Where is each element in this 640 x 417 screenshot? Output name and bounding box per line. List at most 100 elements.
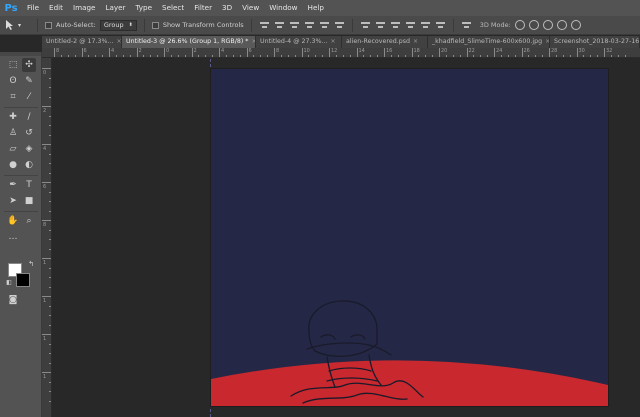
ruler-label: 6 bbox=[83, 48, 87, 54]
brush-icon[interactable]: / bbox=[22, 110, 36, 124]
ruler-tick bbox=[384, 48, 385, 57]
ruler-minor-tick bbox=[49, 115, 51, 117]
quick-select-icon[interactable]: ✎ bbox=[22, 74, 36, 88]
close-icon[interactable]: × bbox=[413, 36, 418, 48]
tab-untitled-3[interactable]: Untitled-3 @ 26.6% (Group 1, RGB/8) * × bbox=[122, 36, 256, 48]
align-top-icon[interactable] bbox=[259, 20, 270, 30]
ruler-minor-tick bbox=[212, 55, 214, 57]
zoom-icon[interactable]: ⌕ bbox=[22, 214, 36, 228]
3d-slide-icon[interactable] bbox=[556, 20, 567, 30]
tab-screenshot[interactable]: Screenshot_2018-03-27-16-16 bbox=[550, 36, 640, 48]
ruler-tick bbox=[81, 48, 83, 57]
ruler-minor-tick bbox=[49, 77, 51, 79]
3d-rotate-icon[interactable] bbox=[514, 20, 525, 30]
menu-layer[interactable]: Layer bbox=[100, 0, 130, 16]
vertical-ruler[interactable]: 0 2 4 6 8 1 1 1 1 bbox=[42, 58, 52, 417]
ruler-minor-tick bbox=[170, 55, 172, 57]
close-icon[interactable]: × bbox=[331, 36, 336, 48]
hand-icon[interactable]: ✋ bbox=[6, 214, 20, 228]
more-tools-icon[interactable]: … bbox=[6, 230, 20, 244]
show-transform-checkbox[interactable] bbox=[151, 21, 159, 29]
distribute-top-icon[interactable] bbox=[360, 20, 371, 30]
align-bottom-icon[interactable] bbox=[289, 20, 300, 30]
spot-healing-icon[interactable]: ✚ bbox=[6, 110, 20, 124]
pen-icon[interactable]: ✒ bbox=[6, 178, 20, 192]
distribute-bottom-icon[interactable] bbox=[390, 20, 401, 30]
align-hcenter-icon[interactable] bbox=[319, 20, 330, 30]
default-colors-icon[interactable]: ◧ bbox=[2, 276, 16, 290]
ruler-tick bbox=[42, 106, 51, 107]
distribute-left-icon[interactable] bbox=[405, 20, 416, 30]
ruler-minor-tick bbox=[294, 55, 296, 57]
menu-window[interactable]: Window bbox=[264, 0, 302, 16]
move-tool-icon[interactable]: ✣ bbox=[22, 58, 36, 72]
menu-edit[interactable]: Edit bbox=[44, 0, 68, 16]
ruler-label: 1 bbox=[43, 298, 47, 304]
shape-icon[interactable]: ■ bbox=[22, 194, 36, 208]
ruler-minor-tick bbox=[49, 381, 51, 383]
ruler-minor-tick bbox=[129, 55, 131, 57]
workspace bbox=[53, 59, 640, 417]
menu-image[interactable]: Image bbox=[68, 0, 101, 16]
3d-pan-icon[interactable] bbox=[542, 20, 553, 30]
menu-select[interactable]: Select bbox=[157, 0, 189, 16]
menu-view[interactable]: View bbox=[237, 0, 264, 16]
ruler-minor-tick bbox=[432, 55, 434, 57]
tab-alien-recovered[interactable]: alien-Recovered.psd × bbox=[342, 36, 428, 48]
photoshop-logo[interactable]: Ps bbox=[0, 0, 22, 16]
auto-select-dropdown[interactable]: Group ⬍ bbox=[99, 19, 137, 31]
tab-untitled-4[interactable]: Untitled-4 @ 27.3%... × bbox=[256, 36, 342, 48]
menu-type[interactable]: Type bbox=[131, 0, 158, 16]
crop-icon[interactable]: ⌗ bbox=[6, 90, 20, 104]
blur-icon[interactable]: ● bbox=[6, 158, 20, 172]
ruler-minor-tick bbox=[49, 125, 51, 126]
ruler-minor-tick bbox=[60, 55, 62, 57]
3d-roll-icon[interactable] bbox=[528, 20, 539, 30]
menu-3d[interactable]: 3D bbox=[217, 0, 237, 16]
paint-bucket-icon[interactable]: ◈ bbox=[22, 142, 36, 156]
ruler-minor-tick bbox=[260, 55, 262, 57]
auto-select-checkbox[interactable] bbox=[45, 21, 52, 29]
3d-scale-icon[interactable] bbox=[570, 20, 581, 30]
quick-mask-icon[interactable]: ◙ bbox=[6, 293, 20, 307]
align-right-icon[interactable] bbox=[334, 20, 345, 30]
tab-slimetime[interactable]: _khadfield_SlimeTime-600x600.jpg × bbox=[428, 36, 550, 48]
tab-untitled-2[interactable]: Untitled-2 @ 17.3%... × bbox=[42, 36, 122, 48]
menu-file[interactable]: File bbox=[22, 0, 44, 16]
auto-select-label: Auto-Select: bbox=[56, 21, 96, 29]
clone-stamp-icon[interactable]: ♙ bbox=[6, 126, 20, 140]
menu-filter[interactable]: Filter bbox=[189, 0, 217, 16]
history-brush-icon[interactable]: ↺ bbox=[22, 126, 36, 140]
distribute-right-icon[interactable] bbox=[435, 20, 446, 30]
path-select-icon[interactable]: ➤ bbox=[6, 194, 20, 208]
divider bbox=[351, 18, 353, 32]
ruler-minor-tick bbox=[377, 55, 379, 57]
panel-grip[interactable] bbox=[0, 52, 41, 56]
document-canvas[interactable] bbox=[211, 69, 608, 406]
ruler-label: 1 bbox=[43, 336, 47, 342]
ruler-minor-tick bbox=[49, 153, 51, 155]
rectangular-marquee-icon[interactable]: ⬚ bbox=[6, 58, 20, 72]
horizontal-ruler[interactable]: 8 6 4 2 0 2 4 6 8 10 12 14 16 18 20 22 24 26 28 30 32 bbox=[42, 48, 640, 58]
eraser-icon[interactable]: ▱ bbox=[6, 142, 20, 156]
lasso-icon[interactable]: ʘ bbox=[6, 74, 20, 88]
ruler-minor-tick bbox=[49, 315, 51, 316]
distribute-vcenter-icon[interactable] bbox=[375, 20, 386, 30]
menu-help[interactable]: Help bbox=[303, 0, 329, 16]
background-color-swatch[interactable] bbox=[16, 273, 30, 287]
ruler-label: 8 bbox=[56, 48, 60, 54]
eyedropper-icon[interactable]: ⁄ bbox=[22, 90, 36, 104]
distribute-hcenter-icon[interactable] bbox=[420, 20, 431, 30]
auto-align-icon[interactable] bbox=[461, 20, 472, 30]
align-vcenter-icon[interactable] bbox=[274, 20, 285, 30]
close-icon[interactable]: × bbox=[117, 36, 122, 48]
dodge-icon[interactable]: ◐ bbox=[22, 158, 36, 172]
divider bbox=[143, 18, 145, 32]
tool-preset-picker[interactable]: ▾ bbox=[4, 18, 30, 32]
align-left-icon[interactable] bbox=[304, 20, 315, 30]
swap-colors-icon[interactable]: ↰ bbox=[24, 257, 38, 271]
ruler-label: 0 bbox=[43, 70, 47, 76]
ruler-minor-tick bbox=[555, 55, 557, 57]
ruler-minor-tick bbox=[253, 55, 255, 57]
type-icon[interactable]: T bbox=[22, 178, 36, 192]
